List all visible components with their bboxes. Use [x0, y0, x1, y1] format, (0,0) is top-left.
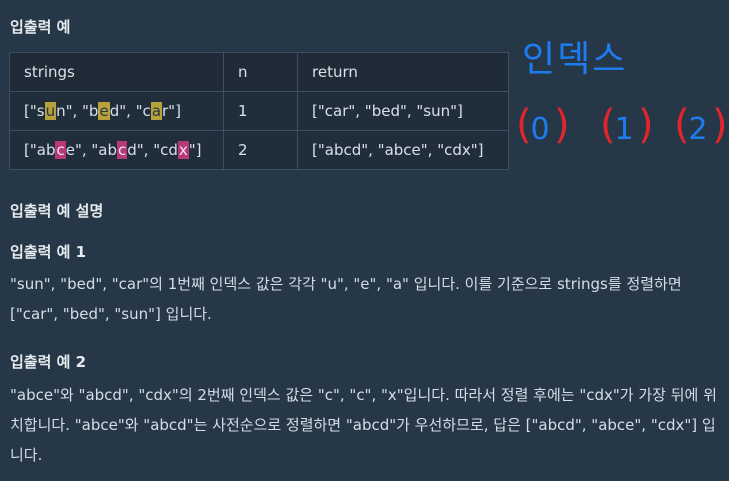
- highlighted-char: e: [98, 102, 110, 120]
- highlighted-char: a: [150, 102, 163, 120]
- io-example-table: strings n return ["sun", "bed", "car"] 1…: [9, 52, 509, 170]
- text-part: "]: [188, 141, 202, 159]
- io-explanation-heading: 입출력 예 설명: [10, 202, 104, 220]
- column-header-return: return: [297, 52, 509, 92]
- column-header-n: n: [223, 52, 298, 92]
- text-part: d", "c: [109, 102, 151, 120]
- example1-explanation: "sun", "bed", "car"의 1번째 인덱스 값은 각각 "u", …: [10, 275, 682, 323]
- highlighted-char: c: [117, 141, 128, 159]
- text-part: n", "b: [56, 102, 99, 120]
- close-paren-1: ): [638, 102, 654, 148]
- cell-n: 1: [223, 91, 298, 131]
- example2-heading: 입출력 예 2: [10, 353, 87, 371]
- io-example-heading: 입출력 예: [10, 18, 71, 36]
- cell-strings: ["sun", "bed", "car"]: [9, 91, 224, 131]
- cell-return: ["abcd", "abce", "cdx"]: [297, 130, 509, 170]
- text-part: e", "ab: [65, 141, 117, 159]
- handwritten-annotation: 인덱스 ( 0 ) ( 1 ) ( 2 ): [510, 30, 729, 170]
- close-paren-0: ): [554, 102, 570, 148]
- text-part: ["s: [24, 102, 45, 120]
- example1-heading: 입출력 예 1: [10, 243, 87, 261]
- text-part: d", "cd: [127, 141, 178, 159]
- annotation-title: 인덱스: [522, 39, 628, 80]
- text-part: r"]: [162, 102, 181, 120]
- cell-strings: ["abce", "abcd", "cdx"]: [9, 130, 224, 170]
- cell-n: 2: [223, 130, 298, 170]
- highlighted-char: c: [55, 141, 66, 159]
- text-part: ["ab: [24, 141, 56, 159]
- highlighted-char: u: [44, 102, 57, 120]
- table-header-row: strings n return: [9, 52, 509, 92]
- cell-return: ["car", "bed", "sun"]: [297, 91, 509, 131]
- example2-explanation: "abce"와 "abcd", "cdx"의 2번째 인덱스 값은 "c", "…: [10, 386, 717, 464]
- close-paren-2: ): [712, 102, 728, 148]
- table-row: ["sun", "bed", "car"] 1 ["car", "bed", "…: [9, 91, 509, 131]
- table-row: ["abce", "abcd", "cdx"] 2 ["abcd", "abce…: [9, 130, 509, 170]
- column-header-strings: strings: [9, 52, 224, 92]
- highlighted-char: x: [177, 141, 189, 159]
